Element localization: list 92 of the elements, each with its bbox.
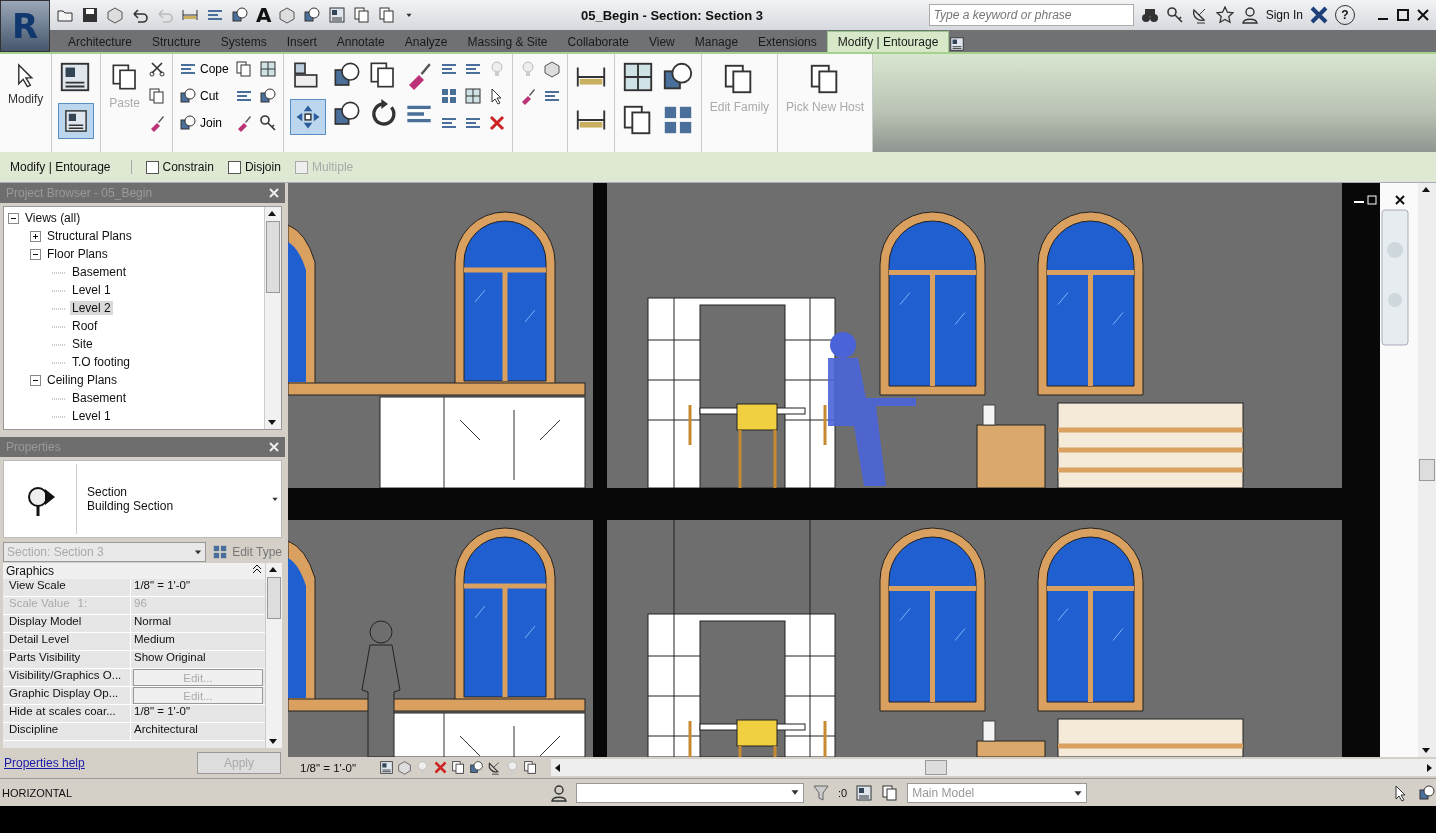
tree-item[interactable]: Ceiling Plans [45, 373, 120, 387]
geometry-tool[interactable]: Cope [179, 60, 229, 78]
checkbox-label: Disjoin [244, 160, 281, 174]
tree-item[interactable]: Floor Plans [45, 247, 110, 261]
selection-count: :0 [838, 786, 848, 799]
tree-item[interactable]: Structural Plans [45, 229, 134, 243]
ribbon-tab[interactable]: Modify | Entourage [826, 31, 950, 52]
checkbox[interactable] [145, 160, 159, 174]
view-scale[interactable]: 1/8" = 1'-0" [300, 761, 376, 774]
properties-help-link[interactable]: Properties help [4, 756, 85, 770]
exchange-icon[interactable] [1310, 6, 1328, 24]
property-value[interactable]: 1/8" = 1'-0" [131, 705, 265, 722]
ribbon-tab[interactable]: Annotate [326, 32, 395, 52]
seated-person-figure[interactable] [828, 332, 916, 486]
maximize-icon[interactable] [1396, 8, 1410, 22]
scissors-icon[interactable] [148, 60, 167, 78]
type-name: Section [87, 485, 129, 499]
checkbox-label: Multiple [311, 160, 354, 174]
ribbon-tab[interactable]: View [638, 32, 685, 52]
tree-item[interactable]: Level 2 [70, 301, 113, 315]
status-message: HORIZONTAL [2, 786, 74, 799]
user-icon[interactable] [1240, 6, 1259, 24]
undo-icon[interactable] [131, 6, 149, 24]
ribbon-tab[interactable]: Structure [142, 32, 211, 52]
property-name: Hide at scales coar... [3, 705, 131, 722]
save-icon[interactable] [81, 6, 99, 24]
scroll-thumb[interactable] [266, 221, 280, 293]
search-field[interactable]: Type a keyword or phrase [928, 4, 1134, 26]
property-name: Visibility/Graphics O... [3, 669, 131, 686]
collapse-toggle-icon[interactable] [8, 212, 19, 224]
close-icon[interactable] [1416, 8, 1430, 22]
ribbon-tab[interactable]: Massing & Site [457, 32, 558, 52]
property-name: Graphic Display Op... [3, 687, 131, 704]
property-name: View Scale [3, 579, 131, 596]
key-icon[interactable] [1165, 6, 1184, 24]
property-name: Display Model [3, 615, 131, 632]
property-name: Detail Level [3, 633, 131, 650]
context-label: Modify | Entourage [10, 160, 132, 174]
copy-icon[interactable] [148, 87, 167, 105]
section-view-canvas[interactable] [288, 183, 1418, 757]
tree-item[interactable]: Basement [70, 265, 129, 279]
collapse-toggle-icon[interactable] [30, 248, 41, 260]
ribbon-tab[interactable]: Systems [210, 32, 277, 52]
type-properties-icon[interactable] [63, 108, 90, 134]
tree-item[interactable]: Level 1 [70, 283, 113, 297]
move-icon[interactable] [294, 104, 321, 130]
property-value[interactable]: Medium [131, 633, 265, 650]
tree-item[interactable]: Level 1 [70, 409, 113, 423]
ribbon-tab[interactable]: Analyze [394, 32, 458, 52]
checkbox[interactable] [227, 160, 241, 174]
geometry-tool[interactable]: Cut [179, 87, 229, 105]
scroll-thumb[interactable] [925, 760, 947, 775]
type-family: Building Section [87, 499, 175, 513]
ribbon-tab[interactable]: Manage [684, 32, 749, 52]
nightstand [976, 720, 1046, 757]
tree-item[interactable]: Views (all) [23, 211, 83, 225]
geometry-tool[interactable]: Join [179, 114, 229, 132]
tree-item[interactable]: Roof [70, 319, 100, 333]
scroll-thumb[interactable] [1419, 459, 1435, 481]
window-title: 05_Begin - Section: Section 3 [580, 7, 765, 23]
group-header: Graphics [6, 564, 55, 578]
type-selector[interactable]: Section Building Section [3, 460, 282, 538]
search-icon[interactable] [1140, 6, 1159, 24]
tree-item[interactable]: T.O footing [70, 355, 133, 369]
sign-in-link[interactable]: Sign In [1265, 8, 1303, 22]
property-suffix: 1: [77, 597, 88, 611]
ribbon-tab[interactable]: Collaborate [557, 32, 639, 52]
collapse-toggle-icon[interactable] [30, 374, 41, 386]
array-icon[interactable] [439, 87, 458, 105]
property-name: Discipline [3, 723, 131, 740]
ribbon-tab[interactable]: Extensions [748, 32, 827, 52]
scroll-thumb[interactable] [267, 577, 281, 619]
checkbox-label: Constrain [162, 160, 214, 174]
property-value[interactable]: 1/8" = 1'-0" [131, 579, 265, 596]
text-tool[interactable]: A [256, 3, 272, 27]
property-name: Parts Visibility [3, 651, 131, 668]
ribbon-tab[interactable]: Insert [276, 32, 327, 52]
horizontal-scrollbar[interactable] [551, 759, 1436, 776]
property-value[interactable]: Normal [131, 615, 265, 632]
ribbon-tab[interactable]: Architecture [58, 32, 143, 52]
property-name: Scale Value 1: [3, 597, 131, 614]
property-value[interactable]: Show Original [131, 651, 265, 668]
collapse-icon[interactable] [252, 564, 262, 574]
tree-item[interactable]: Basement [70, 391, 129, 405]
tree-item[interactable]: Site [70, 337, 95, 351]
edit-type-icon [212, 544, 229, 560]
delete-icon[interactable] [487, 114, 506, 132]
star-icon[interactable] [1215, 6, 1234, 24]
filter-icon[interactable] [812, 783, 830, 802]
view-window-controls[interactable] [1353, 195, 1377, 205]
property-value[interactable]: Architectural [131, 723, 265, 740]
expand-toggle-icon[interactable] [30, 230, 41, 242]
